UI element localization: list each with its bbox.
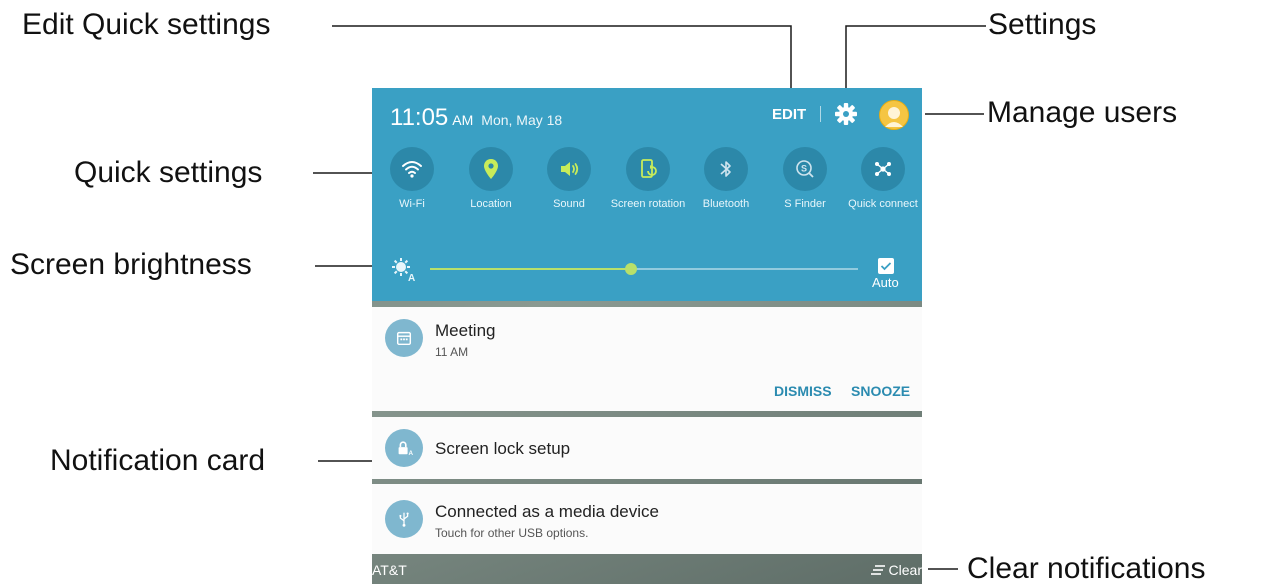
quick-connect-icon bbox=[861, 147, 905, 191]
screen-rotation-icon bbox=[626, 147, 670, 191]
screen-lock-icon: A bbox=[385, 429, 423, 467]
notification-card-meeting[interactable]: Meeting 11 AM DISMISS SNOOZE bbox=[372, 307, 922, 411]
s-finder-icon: S bbox=[783, 147, 827, 191]
quick-setting-label: Sound bbox=[553, 198, 585, 210]
quick-setting-label: Bluetooth bbox=[702, 198, 750, 210]
quick-setting-s-finder[interactable]: S S Finder bbox=[767, 147, 843, 211]
quick-settings-panel: 11:05 AM Mon, May 18 EDIT Wi-Fi Location… bbox=[372, 88, 922, 301]
svg-text:S: S bbox=[801, 164, 807, 174]
svg-text:A: A bbox=[408, 273, 415, 282]
notification-panel-screen: 11:05 AM Mon, May 18 EDIT Wi-Fi Location… bbox=[372, 88, 922, 584]
clear-notifications-label: Clear bbox=[888, 562, 922, 578]
notification-card-usb[interactable]: Connected as a media device Touch for ot… bbox=[372, 484, 922, 554]
speaker-icon bbox=[547, 147, 591, 191]
callout-clear-notifications: Clear notifications bbox=[967, 552, 1206, 585]
user-avatar-icon[interactable] bbox=[879, 100, 909, 130]
notification-title: Connected as a media device bbox=[435, 502, 659, 521]
notification-bottom-bar: AT&T Clear bbox=[372, 555, 922, 584]
quick-setting-label: S Finder bbox=[784, 198, 826, 210]
quick-setting-bluetooth[interactable]: Bluetooth bbox=[688, 147, 764, 211]
callout-quick-settings: Quick settings bbox=[74, 156, 263, 189]
quick-setting-location[interactable]: Location bbox=[453, 147, 529, 211]
brightness-slider-fill bbox=[430, 268, 632, 270]
checkmark-icon bbox=[880, 262, 892, 271]
notification-title: Meeting bbox=[435, 321, 496, 340]
brightness-slider[interactable] bbox=[430, 263, 858, 275]
calendar-icon bbox=[385, 319, 423, 357]
callout-manage-users: Manage users bbox=[987, 96, 1178, 129]
quick-setting-label: Wi-Fi bbox=[399, 198, 425, 210]
clock-time: 11:05 bbox=[390, 104, 449, 131]
location-pin-icon bbox=[469, 147, 513, 191]
clock-date: Mon, May 18 bbox=[481, 112, 563, 128]
gear-icon[interactable] bbox=[834, 102, 858, 126]
clock-ampm: AM bbox=[452, 112, 474, 128]
dismiss-button[interactable]: DISMISS bbox=[774, 383, 832, 399]
quick-setting-sound[interactable]: Sound bbox=[531, 147, 607, 211]
quick-setting-quick-connect[interactable]: Quick connect bbox=[845, 147, 921, 211]
notification-card-screen-lock[interactable]: A Screen lock setup bbox=[372, 417, 922, 479]
snooze-button[interactable]: SNOOZE bbox=[851, 383, 910, 399]
quick-setting-label: Quick connect bbox=[848, 198, 918, 210]
wifi-icon bbox=[390, 147, 434, 191]
quick-setting-wifi[interactable]: Wi-Fi bbox=[374, 147, 450, 211]
bluetooth-icon bbox=[704, 147, 748, 191]
quick-setting-label: Location bbox=[470, 198, 512, 210]
edit-quick-settings-button[interactable]: EDIT bbox=[772, 106, 806, 123]
quick-setting-label: Screen rotation bbox=[610, 198, 686, 210]
notification-subtitle: 11 AM bbox=[435, 345, 469, 359]
carrier-name: AT&T bbox=[372, 562, 407, 578]
clear-all-icon bbox=[870, 565, 885, 575]
header-divider bbox=[820, 106, 821, 122]
clear-notifications-button[interactable]: Clear bbox=[870, 562, 922, 578]
brightness-slider-thumb[interactable] bbox=[625, 263, 638, 275]
callout-settings: Settings bbox=[988, 8, 1097, 41]
status-clock: 11:05 AM Mon, May 18 bbox=[390, 104, 562, 132]
auto-brightness-label: Auto bbox=[872, 275, 899, 290]
quick-setting-screen-rotation[interactable]: Screen rotation bbox=[610, 147, 686, 211]
callout-screen-brightness: Screen brightness bbox=[10, 248, 252, 281]
svg-text:A: A bbox=[409, 450, 414, 457]
auto-brightness-icon: A bbox=[390, 256, 416, 284]
usb-icon bbox=[385, 500, 423, 538]
callout-edit-quick-settings: Edit Quick settings bbox=[22, 8, 271, 41]
auto-brightness-checkbox[interactable] bbox=[878, 258, 894, 274]
notification-subtitle: Touch for other USB options. bbox=[435, 526, 589, 540]
callout-notification-card: Notification card bbox=[50, 444, 266, 477]
notification-title: Screen lock setup bbox=[435, 439, 571, 458]
